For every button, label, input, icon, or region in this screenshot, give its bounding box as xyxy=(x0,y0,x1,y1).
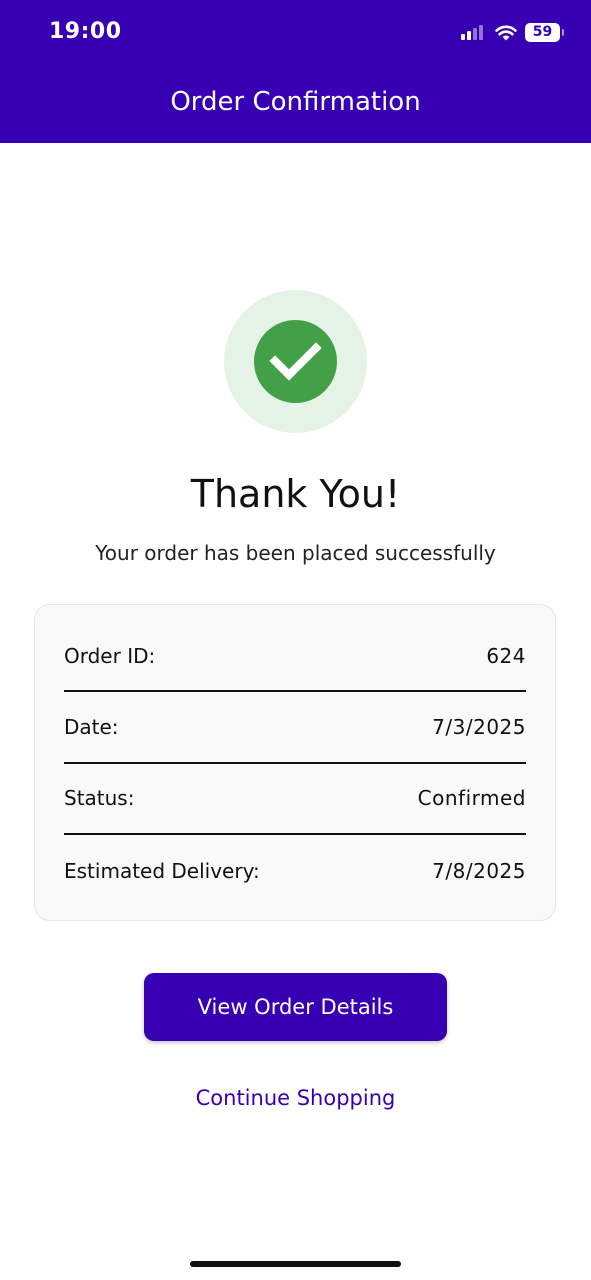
status-time: 19:00 xyxy=(49,19,122,44)
order-status-row: Status: Confirmed xyxy=(64,764,526,835)
order-summary-card: Order ID: 624 Date: 7/3/2025 Status: Con… xyxy=(34,604,556,921)
confirmation-message: Your order has been placed successfully xyxy=(95,541,496,565)
app-header: 19:00 59 Order Confirmation xyxy=(0,0,591,143)
order-id-label: Order ID: xyxy=(64,643,156,668)
order-status-value: Confirmed xyxy=(417,786,526,811)
order-date-label: Date: xyxy=(64,714,119,739)
thank-you-heading: Thank You! xyxy=(190,472,401,516)
view-order-details-button[interactable]: View Order Details xyxy=(144,973,447,1041)
battery-icon: 59 xyxy=(525,22,564,42)
continue-shopping-link[interactable]: Continue Shopping xyxy=(0,1084,591,1112)
wifi-icon xyxy=(495,25,517,40)
estimated-delivery-value: 7/8/2025 xyxy=(432,858,526,883)
order-confirmation-screen: 19:00 59 Order Confirmation Thank You! Y… xyxy=(0,0,591,1280)
estimated-delivery-row: Estimated Delivery: 7/8/2025 xyxy=(64,835,526,907)
status-icons: 59 xyxy=(461,22,564,42)
page-title: Order Confirmation xyxy=(170,87,421,117)
checkmark-icon xyxy=(254,320,337,403)
order-id-value: 624 xyxy=(486,643,526,668)
signal-icon xyxy=(461,24,485,40)
estimated-delivery-label: Estimated Delivery: xyxy=(64,858,260,883)
order-status-label: Status: xyxy=(64,786,135,811)
order-date-row: Date: 7/3/2025 xyxy=(64,692,526,764)
battery-level: 59 xyxy=(532,23,553,40)
order-id-row: Order ID: 624 xyxy=(64,605,526,692)
success-badge xyxy=(224,290,367,433)
home-indicator[interactable] xyxy=(190,1261,401,1267)
order-date-value: 7/3/2025 xyxy=(432,714,526,739)
